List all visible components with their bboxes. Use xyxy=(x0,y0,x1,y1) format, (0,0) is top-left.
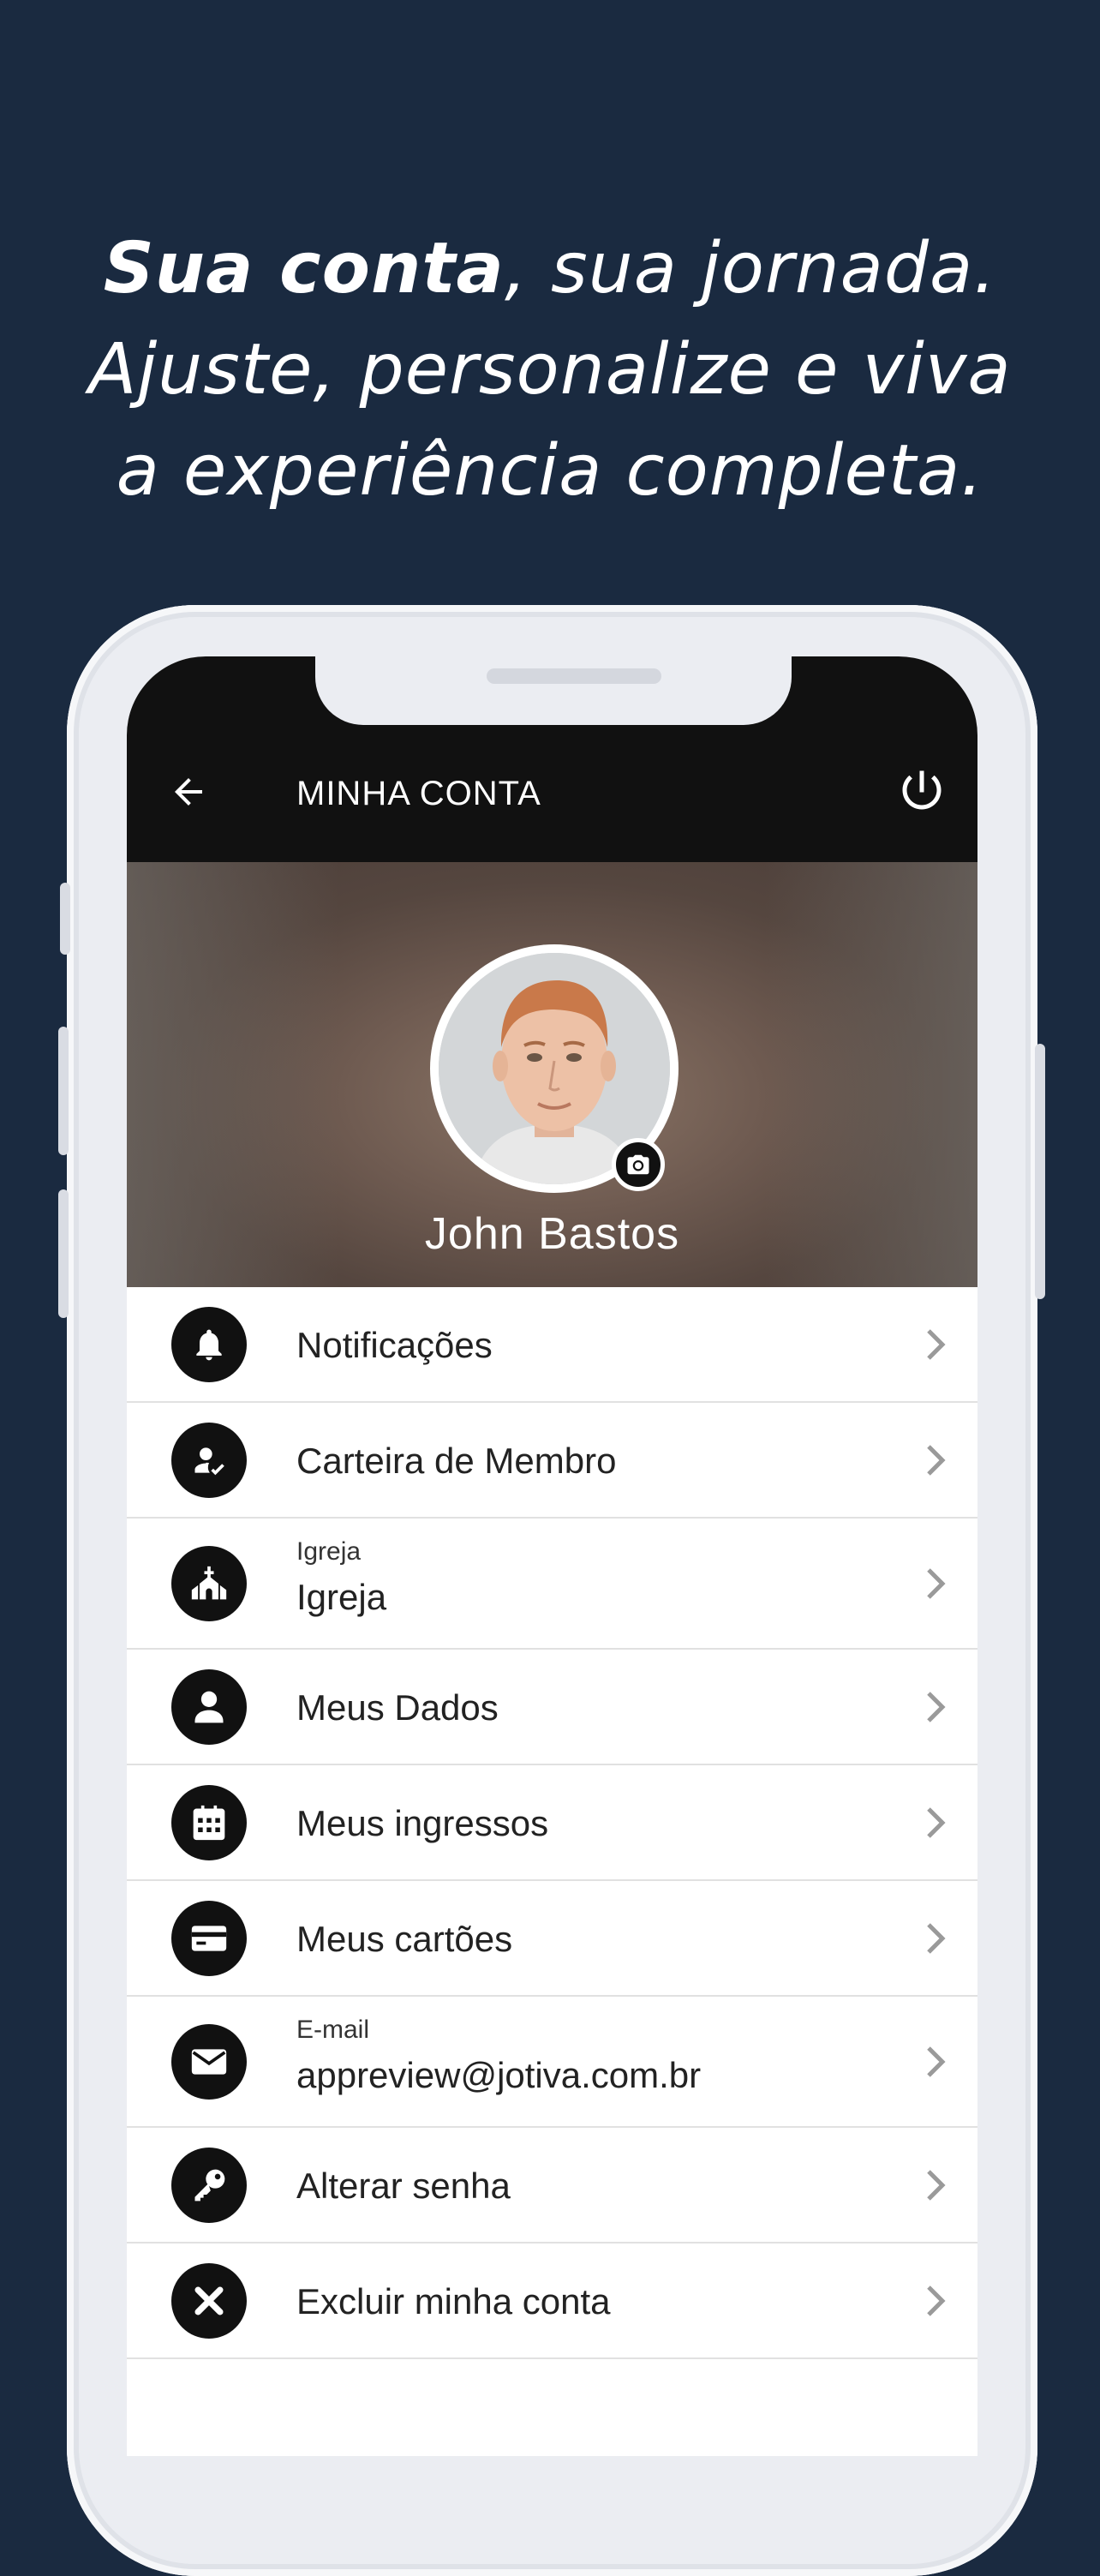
menu-item-label: appreview@jotiva.com.br xyxy=(296,2055,702,2095)
menu-item-sublabel: Igreja xyxy=(296,1537,362,1566)
phone-side-button xyxy=(60,883,70,955)
user-icon-circle xyxy=(171,1669,247,1745)
camera-icon xyxy=(627,1154,649,1175)
menu-item-label: Meus cartões xyxy=(296,1919,513,1959)
calendar-icon-circle xyxy=(171,1785,247,1860)
mail-icon-circle xyxy=(171,2024,247,2100)
menu-item-label: Igreja xyxy=(296,1577,387,1617)
phone-speaker xyxy=(487,668,661,684)
close-icon-circle xyxy=(171,2263,247,2339)
headline-bold: Sua conta xyxy=(103,228,505,309)
bell-icon-circle xyxy=(171,1307,247,1382)
menu-item-label: Carteira de Membro xyxy=(296,1441,617,1481)
profile-header: John Bastos xyxy=(127,862,977,1287)
chevron-right-icon xyxy=(927,2046,946,2077)
key-icon xyxy=(194,2169,225,2202)
menu-item-notifications[interactable]: Notificações xyxy=(127,1287,977,1403)
menu-item-my-data[interactable]: Meus Dados xyxy=(127,1650,977,1765)
menu-item-church[interactable]: Igreja Igreja xyxy=(127,1519,977,1650)
headline-rest: , sua jornada. xyxy=(504,228,997,309)
member-card-icon xyxy=(194,1447,224,1476)
phone-notch xyxy=(315,656,792,725)
menu-item-label: Meus ingressos xyxy=(296,1803,549,1843)
headline-line-3: a experiência completa. xyxy=(116,430,984,512)
chevron-right-icon xyxy=(927,1692,946,1722)
phone-power-button xyxy=(1035,1044,1045,1299)
close-icon xyxy=(194,2286,224,2315)
menu-item-email[interactable]: E-mail appreview@jotiva.com.br xyxy=(127,1997,977,2128)
promo-headline: Sua conta, sua jornada. Ajuste, personal… xyxy=(0,219,1100,522)
menu-item-member-card[interactable]: Carteira de Membro xyxy=(127,1403,977,1519)
page-title: MINHA CONTA xyxy=(296,775,541,812)
credit-card-icon-circle xyxy=(171,1901,247,1976)
menu-item-tickets[interactable]: Meus ingressos xyxy=(127,1765,977,1881)
key-icon-circle xyxy=(171,2148,247,2223)
bell-icon xyxy=(196,1329,222,1361)
phone-volume-up xyxy=(58,1027,69,1155)
menu-item-cards[interactable]: Meus cartões xyxy=(127,1881,977,1997)
phone-screen: MINHA CONTA John Bastos Notificações Car… xyxy=(127,656,977,2456)
menu-item-label: Alterar senha xyxy=(296,2166,511,2206)
profile-name: John Bastos xyxy=(424,1209,680,1259)
headline-line-1: Sua conta, sua jornada. xyxy=(0,219,1100,320)
chevron-right-icon xyxy=(927,1807,946,1838)
church-icon xyxy=(191,1566,227,1600)
phone-volume-down xyxy=(58,1189,69,1318)
menu-item-label: Meus Dados xyxy=(296,1687,499,1728)
power-icon[interactable] xyxy=(896,764,948,816)
credit-card-icon xyxy=(191,1926,227,1951)
member-card-icon-circle xyxy=(171,1423,247,1498)
headline-line-2: Ajuste, personalize e viva xyxy=(88,329,1012,410)
account-menu: Notificações Carteira de Membro Igreja I… xyxy=(127,1287,977,2359)
menu-item-change-password[interactable]: Alterar senha xyxy=(127,2128,977,2244)
menu-item-label: Notificações xyxy=(296,1325,493,1365)
chevron-right-icon xyxy=(927,1568,946,1599)
menu-item-label: Excluir minha conta xyxy=(296,2281,611,2321)
menu-item-delete-account[interactable]: Excluir minha conta xyxy=(127,2244,977,2359)
calendar-icon xyxy=(193,1805,225,1841)
user-icon xyxy=(194,1691,224,1723)
church-icon-circle xyxy=(171,1546,247,1621)
change-photo-button[interactable] xyxy=(612,1138,665,1191)
arrow-left-icon[interactable] xyxy=(168,771,209,812)
mail-icon xyxy=(191,2049,227,2075)
chevron-right-icon xyxy=(927,1329,946,1360)
chevron-right-icon xyxy=(927,2285,946,2316)
chevron-right-icon xyxy=(927,2170,946,2201)
chevron-right-icon xyxy=(927,1923,946,1954)
menu-item-sublabel: E-mail xyxy=(296,2016,370,2044)
chevron-right-icon xyxy=(927,1445,946,1476)
